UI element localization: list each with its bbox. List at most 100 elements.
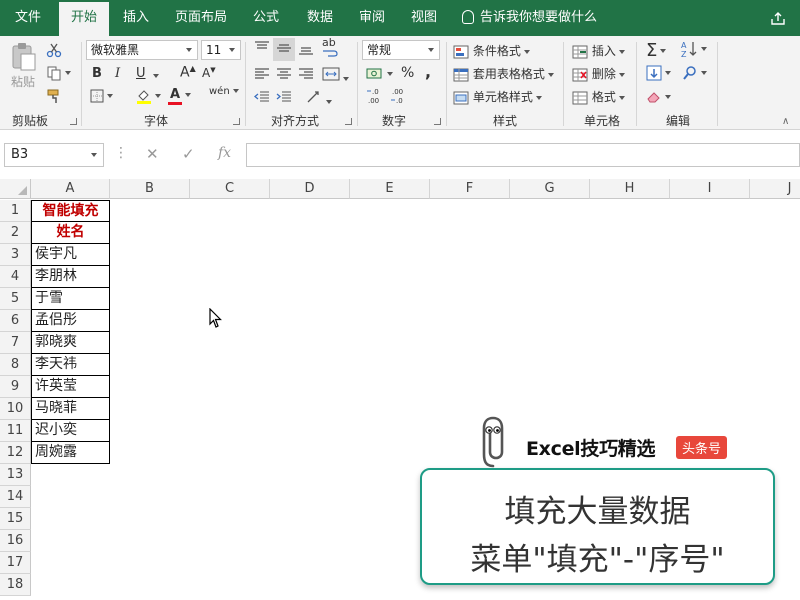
orientation-button[interactable] xyxy=(305,89,332,108)
font-color-button[interactable]: A xyxy=(168,87,192,105)
fill-button[interactable] xyxy=(646,65,671,81)
format-cells-button[interactable]: 格式 xyxy=(572,88,625,105)
confirm-icon[interactable]: ✓ xyxy=(182,145,195,163)
cell-styles-button[interactable]: 单元格样式 xyxy=(453,88,542,105)
number-launcher-icon[interactable] xyxy=(434,118,441,125)
name-cell[interactable]: 许英莹 xyxy=(31,376,110,398)
name-cell[interactable]: 侯宇凡 xyxy=(31,244,110,266)
tab-view[interactable]: 视图 xyxy=(404,0,444,36)
tab-file[interactable]: 文件 xyxy=(8,0,48,36)
align-right-button[interactable] xyxy=(297,66,315,85)
header-cell[interactable]: 智能填充 xyxy=(31,200,110,222)
column-header-d[interactable]: D xyxy=(270,179,350,199)
format-painter-button[interactable] xyxy=(46,88,62,104)
row-header-2[interactable]: 2 xyxy=(0,222,31,244)
tab-insert[interactable]: 插入 xyxy=(114,0,158,36)
find-select-button[interactable] xyxy=(682,65,707,81)
row-header-14[interactable]: 14 xyxy=(0,486,31,508)
underline-dropdown[interactable] xyxy=(150,68,159,82)
align-top-button[interactable] xyxy=(253,40,271,59)
insert-cells-button[interactable]: 插入 xyxy=(572,42,625,59)
row-header-13[interactable]: 13 xyxy=(0,464,31,486)
conditional-formatting-button[interactable]: 条件格式 xyxy=(453,42,530,59)
accounting-format-button[interactable] xyxy=(366,66,393,81)
formula-input[interactable] xyxy=(246,143,800,167)
column-header-f[interactable]: F xyxy=(430,179,510,199)
name-cell[interactable]: 马晓菲 xyxy=(31,398,110,420)
paste-button[interactable]: 粘贴 xyxy=(8,42,38,90)
name-cell[interactable]: 李天祎 xyxy=(31,354,110,376)
shrink-font-button[interactable]: A▼ xyxy=(202,66,216,80)
formula-bar-grip[interactable]: ⋮ xyxy=(114,145,128,161)
number-format-select[interactable]: 常规 xyxy=(362,40,440,60)
italic-button[interactable]: I xyxy=(115,66,120,81)
name-cell[interactable]: 郭晓爽 xyxy=(31,332,110,354)
font-name-select[interactable]: 微软雅黑 xyxy=(86,40,198,60)
select-all-corner[interactable] xyxy=(0,179,31,199)
row-header-6[interactable]: 6 xyxy=(0,310,31,332)
row-header-10[interactable]: 10 xyxy=(0,398,31,420)
row-header-7[interactable]: 7 xyxy=(0,332,31,354)
row-header-16[interactable]: 16 xyxy=(0,530,31,552)
column-header-a[interactable]: A xyxy=(31,179,110,199)
align-left-button[interactable] xyxy=(253,66,271,85)
decrease-indent-button[interactable] xyxy=(253,89,271,108)
tab-page-layout[interactable]: 页面布局 xyxy=(170,0,232,36)
column-header-i[interactable]: I xyxy=(670,179,750,199)
row-header-8[interactable]: 8 xyxy=(0,354,31,376)
row-header-11[interactable]: 11 xyxy=(0,420,31,442)
row-header-5[interactable]: 5 xyxy=(0,288,31,310)
align-middle-button[interactable] xyxy=(273,38,295,61)
clear-button[interactable] xyxy=(646,89,671,104)
clipboard-launcher-icon[interactable] xyxy=(70,118,77,125)
column-header-b[interactable]: B xyxy=(110,179,190,199)
row-header-18[interactable]: 18 xyxy=(0,574,31,596)
header-cell[interactable]: 姓名 xyxy=(31,222,110,244)
autosum-button[interactable]: Σ xyxy=(646,40,667,61)
share-button[interactable]: 共 xyxy=(770,0,800,61)
bold-button[interactable]: B xyxy=(92,66,102,81)
row-header-9[interactable]: 9 xyxy=(0,376,31,398)
tab-review[interactable]: 审阅 xyxy=(352,0,392,36)
name-cell[interactable]: 李朋林 xyxy=(31,266,110,288)
grow-font-button[interactable]: A▲ xyxy=(180,64,196,81)
row-header-4[interactable]: 4 xyxy=(0,266,31,288)
column-header-g[interactable]: G xyxy=(510,179,590,199)
column-header-c[interactable]: C xyxy=(190,179,270,199)
name-cell[interactable]: 周婉露 xyxy=(31,442,110,464)
row-header-17[interactable]: 17 xyxy=(0,552,31,574)
format-as-table-button[interactable]: 套用表格格式 xyxy=(453,65,554,82)
font-size-select[interactable]: 11 xyxy=(201,40,241,60)
row-header-1[interactable]: 1 xyxy=(0,200,31,222)
increase-decimal-button[interactable]: .0.00 xyxy=(366,87,386,108)
merge-center-button[interactable] xyxy=(322,66,349,85)
increase-indent-button[interactable] xyxy=(275,89,293,108)
tab-formulas[interactable]: 公式 xyxy=(246,0,286,36)
row-header-12[interactable]: 12 xyxy=(0,442,31,464)
name-cell[interactable]: 于雪 xyxy=(31,288,110,310)
sort-filter-button[interactable]: AZ xyxy=(680,40,707,58)
name-box[interactable]: B3 xyxy=(4,143,104,167)
tell-me-search[interactable]: 告诉我你想要做什么 xyxy=(462,0,597,36)
column-header-j[interactable]: J xyxy=(750,179,800,199)
tab-data[interactable]: 数据 xyxy=(300,0,340,36)
fill-color-button[interactable] xyxy=(136,88,161,104)
column-header-e[interactable]: E xyxy=(350,179,430,199)
cut-button[interactable] xyxy=(46,42,62,58)
font-launcher-icon[interactable] xyxy=(233,118,240,125)
row-header-3[interactable]: 3 xyxy=(0,244,31,266)
decrease-decimal-button[interactable]: .00.0 xyxy=(390,87,410,108)
insert-function-button[interactable]: fx xyxy=(218,145,231,161)
borders-button[interactable] xyxy=(90,88,113,103)
name-cell[interactable]: 迟小奕 xyxy=(31,420,110,442)
align-center-button[interactable] xyxy=(275,66,293,85)
column-header-h[interactable]: H xyxy=(590,179,670,199)
wrap-text-button[interactable]: ab xyxy=(322,37,338,60)
alignment-launcher-icon[interactable] xyxy=(345,118,352,125)
underline-button[interactable]: U xyxy=(136,66,146,81)
align-bottom-button[interactable] xyxy=(297,40,315,59)
row-header-15[interactable]: 15 xyxy=(0,508,31,530)
collapse-ribbon-icon[interactable]: ∧ xyxy=(782,116,789,127)
percent-button[interactable]: % xyxy=(401,65,414,81)
tab-home[interactable]: 开始 xyxy=(59,2,109,36)
